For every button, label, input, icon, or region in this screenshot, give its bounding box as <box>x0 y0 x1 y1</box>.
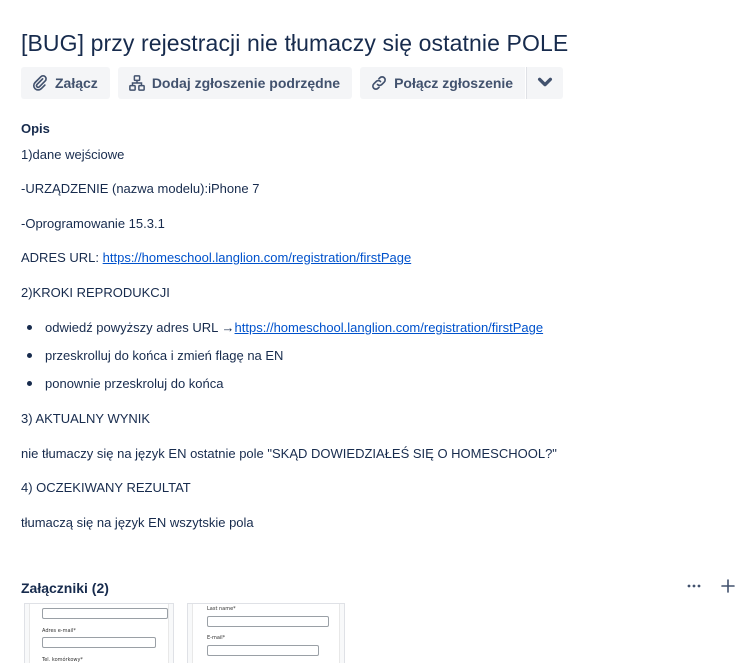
attachment-thumbnail[interactable]: Last name* E-mail* <box>187 603 345 663</box>
issue-toolbar: Załącz Dodaj zgłoszenie podrzędne Połącz… <box>21 67 564 99</box>
add-child-issue-button[interactable]: Dodaj zgłoszenie podrzędne <box>117 67 353 99</box>
step-url-link[interactable]: https://homeschool.langlion.com/registra… <box>235 320 544 335</box>
attach-label: Załącz <box>55 75 98 91</box>
add-child-issue-label: Dodaj zgłoszenie podrzędne <box>151 75 341 91</box>
bullet-dot <box>27 353 32 358</box>
mini-input <box>207 616 329 627</box>
description-paragraph: -Oprogramowanie 15.3.1 <box>21 216 165 231</box>
hierarchy-icon <box>128 74 146 92</box>
mini-input <box>207 645 319 656</box>
link-issue-more-button[interactable] <box>526 67 564 99</box>
screenshot-preview: Last name* E-mail* <box>192 604 340 663</box>
registration-url-link[interactable]: https://homeschool.langlion.com/registra… <box>103 250 412 265</box>
list-item: ponownie przeskroluj do końca <box>27 376 224 391</box>
step-text: odwiedź powyższy adres URL → <box>45 320 235 335</box>
link-issue-label: Połącz zgłoszenie <box>394 75 514 91</box>
bullet-dot <box>27 381 32 386</box>
plus-icon[interactable] <box>720 578 736 599</box>
mini-label: Tel. komórkowy* <box>42 657 83 663</box>
attach-button[interactable]: Załącz <box>21 67 110 99</box>
screenshot-preview: Adres e-mail* Tel. komórkowy* <box>29 604 169 663</box>
chevron-down-icon <box>536 73 554 94</box>
attachments-actions <box>686 578 736 599</box>
mini-label: E-mail* <box>207 635 226 641</box>
description-paragraph: -URZĄDZENIE (nazwa modelu):iPhone 7 <box>21 181 260 196</box>
step-text: przeskrolluj do końca i zmień flagę na E… <box>45 348 284 363</box>
attachment-thumbnail[interactable]: Adres e-mail* Tel. komórkowy* <box>24 603 174 663</box>
url-prefix: ADRES URL: <box>21 250 103 265</box>
step-text: ponownie przeskroluj do końca <box>45 376 224 391</box>
bullet-dot <box>27 325 32 330</box>
description-paragraph: 2)KROKI REPRODUKCJI <box>21 285 170 300</box>
description-paragraph: 4) OCZEKIWANY REZULTAT <box>21 480 191 495</box>
description-paragraph: tłumaczą się na język EN wszytskie pola <box>21 515 254 530</box>
mini-label: Last name* <box>207 606 236 612</box>
description-paragraph: nie tłumaczy się na język EN ostatnie po… <box>21 446 557 461</box>
description-paragraph: 1)dane wejściowe <box>21 147 125 162</box>
ellipsis-icon[interactable] <box>686 578 702 599</box>
link-issue-group: Połącz zgłoszenie <box>360 67 564 99</box>
mini-input <box>42 637 156 648</box>
mini-input <box>42 608 168 619</box>
link-icon <box>370 74 388 92</box>
attachments-heading: Załączniki (2) <box>21 580 109 596</box>
link-issue-button[interactable]: Połącz zgłoszenie <box>360 67 526 99</box>
list-item: odwiedź powyższy adres URL → https://hom… <box>27 320 543 335</box>
description-paragraph: 3) AKTUALNY WYNIK <box>21 411 151 426</box>
list-item: przeskrolluj do końca i zmień flagę na E… <box>27 348 283 363</box>
description-heading: Opis <box>21 121 50 136</box>
mini-label: Adres e-mail* <box>42 628 76 634</box>
description-url-paragraph: ADRES URL: https://homeschool.langlion.c… <box>21 250 411 265</box>
paperclip-icon <box>31 74 49 92</box>
issue-title[interactable]: [BUG] przy rejestracji nie tłumaczy się … <box>21 30 568 57</box>
